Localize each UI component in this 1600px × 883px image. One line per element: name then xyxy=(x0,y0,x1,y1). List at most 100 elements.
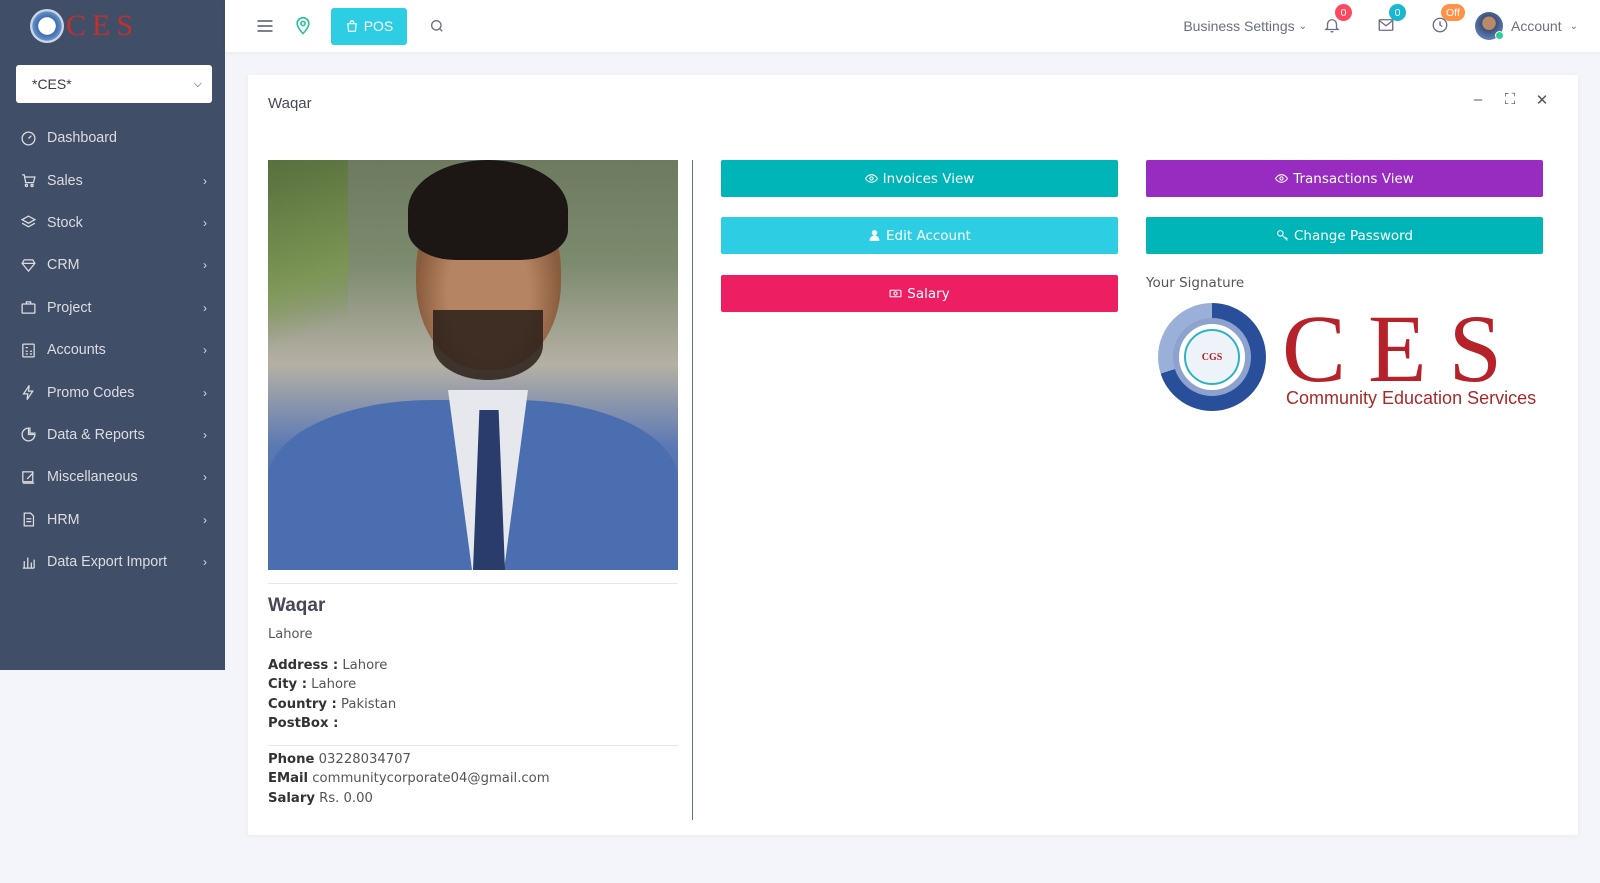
sidebar-item-dashboard[interactable]: Dashboard xyxy=(0,117,225,159)
signature-logo-text: CES xyxy=(1282,295,1525,402)
document-icon xyxy=(18,510,38,530)
topbar: POS Business Settings ⌄ 0 0 Off Account … xyxy=(225,0,1600,52)
chevron-down-icon: ⌵ xyxy=(193,77,202,90)
sidebar-item-data-export-import[interactable]: Data Export Import › xyxy=(0,541,225,583)
store-select[interactable]: *CES* ⌵ xyxy=(16,65,212,103)
minimize-icon[interactable]: – xyxy=(1470,91,1486,109)
sidebar-item-label: Stock xyxy=(47,214,83,231)
search-icon[interactable] xyxy=(427,16,447,36)
vertical-divider xyxy=(692,160,693,820)
postbox-row: PostBox : xyxy=(268,715,339,731)
chevron-right-icon: › xyxy=(203,300,207,315)
account-label: Account xyxy=(1511,18,1562,34)
sidebar-item-label: Project xyxy=(47,299,92,316)
sidebar-item-stock[interactable]: Stock › xyxy=(0,202,225,244)
briefcase-icon xyxy=(18,298,38,318)
transactions-view-button[interactable]: Transactions View xyxy=(1146,160,1543,197)
pie-icon xyxy=(18,425,38,445)
change-password-button[interactable]: Change Password xyxy=(1146,217,1543,254)
calculator-icon xyxy=(18,340,38,360)
sidebar: CES *CES* ⌵ Dashboard Sales › Stock › CR… xyxy=(0,0,225,670)
address-row: Address : Lahore xyxy=(268,658,388,673)
store-select-value: *CES* xyxy=(32,76,72,92)
bar-chart-icon xyxy=(18,552,38,572)
country-row: Country : Pakistan xyxy=(268,696,397,712)
signature-image: CGS CES Community Education Services xyxy=(1158,295,1538,418)
profile-card: Waqar – ⛶ ✕ Waqar Lahore Address : Lahor… xyxy=(248,75,1578,835)
bolt-icon xyxy=(18,383,38,403)
sidebar-item-accounts[interactable]: Accounts › xyxy=(0,329,225,371)
sidebar-item-crm[interactable]: CRM › xyxy=(0,244,225,286)
eye-icon xyxy=(1275,174,1289,183)
notifications-badge: 0 xyxy=(1335,4,1353,21)
sidebar-item-promo-codes[interactable]: Promo Codes › xyxy=(0,371,225,413)
user-icon xyxy=(869,230,880,241)
chevron-right-icon: › xyxy=(203,470,207,485)
location-pin-icon[interactable] xyxy=(293,16,313,36)
sidebar-item-label: Data Export Import xyxy=(47,554,167,571)
divider xyxy=(268,583,678,584)
chevron-right-icon: › xyxy=(203,385,207,400)
chevron-right-icon: › xyxy=(203,215,207,230)
chevron-right-icon: › xyxy=(203,173,207,188)
sidebar-item-project[interactable]: Project › xyxy=(0,287,225,329)
pos-button[interactable]: POS xyxy=(331,7,407,45)
diamond-icon xyxy=(18,255,38,275)
business-settings-dropdown[interactable]: Business Settings ⌄ xyxy=(1183,18,1307,34)
sidebar-item-hrm[interactable]: HRM › xyxy=(0,499,225,541)
hamburger-menu-icon[interactable] xyxy=(255,16,275,36)
messages-badge: 0 xyxy=(1389,4,1407,21)
clock-button[interactable]: Off xyxy=(1431,4,1465,36)
sidebar-item-label: HRM xyxy=(47,511,80,528)
chevron-right-icon: › xyxy=(203,258,207,273)
divider xyxy=(268,745,678,746)
account-dropdown[interactable]: Account ⌄ xyxy=(1475,12,1578,40)
chevron-right-icon: › xyxy=(203,512,207,527)
messages-button[interactable]: 0 xyxy=(1377,4,1407,36)
eye-icon xyxy=(864,174,878,183)
sidebar-menu: Dashboard Sales › Stock › CRM › Project … xyxy=(0,117,225,583)
business-settings-label: Business Settings xyxy=(1183,18,1295,34)
brand-emblem-icon xyxy=(30,9,64,43)
salary-row: Salary Rs. 0.00 xyxy=(268,790,373,806)
address-details: Address : Lahore City : Lahore Country :… xyxy=(268,656,396,733)
chevron-right-icon: › xyxy=(203,427,207,442)
profile-photo xyxy=(268,160,678,570)
sidebar-item-label: Dashboard xyxy=(47,130,117,147)
sidebar-item-label: Promo Codes xyxy=(47,384,135,401)
card-controls: – ⛶ ✕ xyxy=(1470,91,1550,109)
chevron-down-icon: ⌄ xyxy=(1569,20,1578,32)
sidebar-item-label: Sales xyxy=(47,172,83,189)
invoices-view-button[interactable]: Invoices View xyxy=(721,160,1118,197)
salary-button[interactable]: Salary xyxy=(721,275,1118,312)
profile-city-line: Lahore xyxy=(268,627,313,642)
pos-button-label: POS xyxy=(363,18,394,34)
clock-status-badge: Off xyxy=(1441,4,1465,21)
cart-icon xyxy=(18,171,38,191)
expand-icon[interactable]: ⛶ xyxy=(1502,91,1518,109)
signature-logo-subtitle: Community Education Services xyxy=(1286,388,1537,408)
brand-logo[interactable]: CES xyxy=(0,0,225,52)
email-row: EMail communitycorporate04@gmail.com xyxy=(268,771,550,787)
phone-row: Phone 03228034707 xyxy=(268,752,411,767)
chevron-right-icon: › xyxy=(203,555,207,570)
layers-icon xyxy=(18,213,38,233)
sidebar-item-data-reports[interactable]: Data & Reports › xyxy=(0,414,225,456)
avatar xyxy=(1475,12,1505,40)
edit-account-button[interactable]: Edit Account xyxy=(721,217,1118,254)
sidebar-item-sales[interactable]: Sales › xyxy=(0,159,225,201)
notifications-button[interactable]: 0 xyxy=(1323,4,1353,36)
sidebar-item-miscellaneous[interactable]: Miscellaneous › xyxy=(0,456,225,498)
signature-emblem-icon: CGS xyxy=(1158,303,1266,411)
signature-label: Your Signature xyxy=(1146,275,1245,291)
shopping-bag-icon xyxy=(346,20,357,32)
chevron-right-icon: › xyxy=(203,343,207,358)
city-row: City : Lahore xyxy=(268,677,357,693)
contact-details: Phone 03228034707 EMail communitycorpora… xyxy=(268,750,550,808)
key-icon xyxy=(1277,230,1288,241)
sidebar-item-label: CRM xyxy=(47,257,80,274)
sidebar-item-label: Data & Reports xyxy=(47,426,145,443)
profile-name: Waqar xyxy=(268,595,326,616)
edit-icon xyxy=(18,467,38,487)
close-icon[interactable]: ✕ xyxy=(1534,91,1550,109)
